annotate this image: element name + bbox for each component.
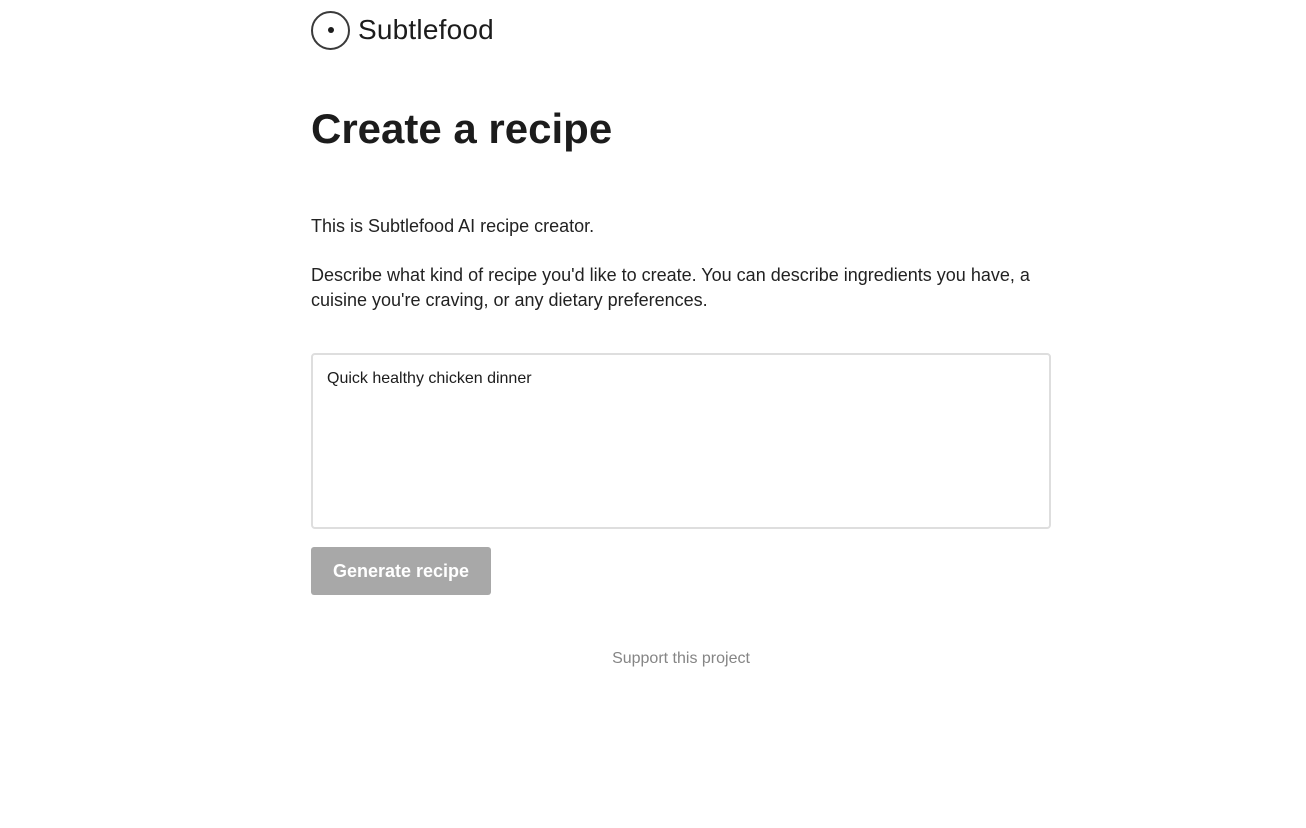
intro-text: This is Subtlefood AI recipe creator. [311, 216, 595, 236]
recipe-prompt-input[interactable]: Quick healthy chicken dinner [311, 353, 1051, 529]
circle-dot-icon[interactable] [311, 10, 350, 50]
description-text: Describe what kind of recipe you'd like … [311, 265, 1030, 310]
generate-recipe-button[interactable]: Generate recipe [311, 547, 491, 595]
page-title: Create a recipe [311, 105, 613, 152]
logo-dot [327, 27, 334, 33]
brand-name[interactable]: Subtlefood [358, 14, 494, 46]
support-project-link[interactable]: Support this project [311, 650, 1051, 668]
site-header: Subtlefood [311, 10, 494, 50]
